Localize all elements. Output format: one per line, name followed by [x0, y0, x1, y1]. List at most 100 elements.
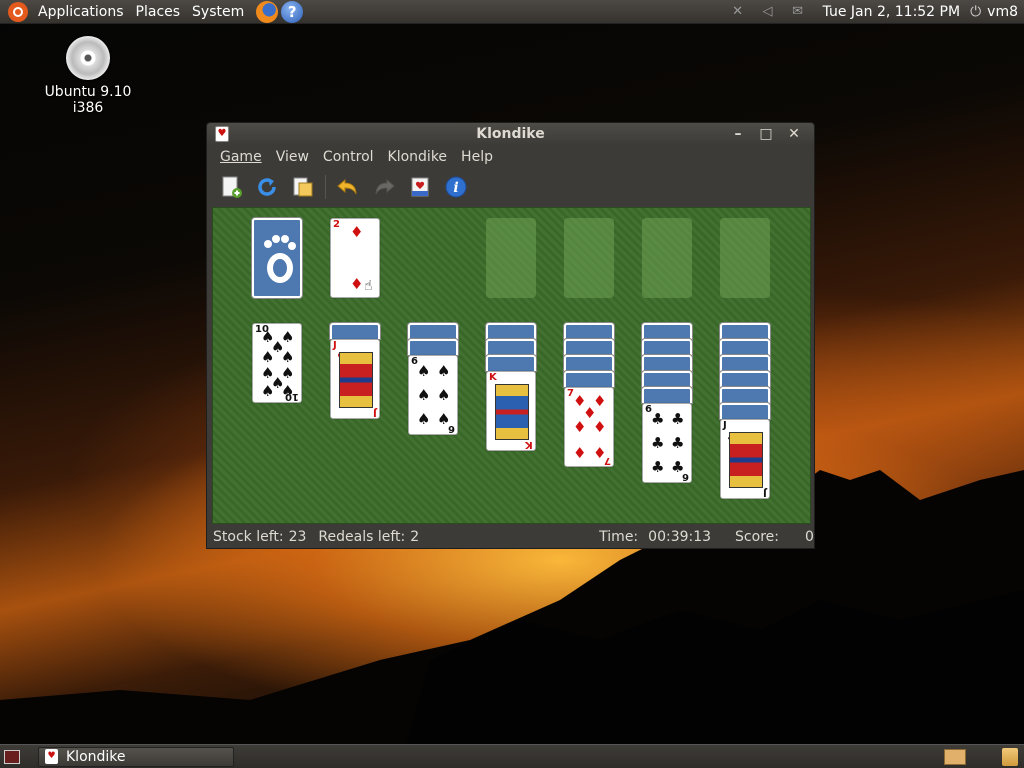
card-suit: ♠ [261, 382, 275, 400]
face-down-card[interactable] [720, 403, 770, 419]
undo-icon[interactable] [334, 173, 362, 201]
tableau-card[interactable]: 7 ♦ ♦ ♦ ♦ ♦ ♦ ♦ 7 [564, 387, 614, 467]
desktop-cd-icon[interactable]: Ubuntu 9.10 i386 [28, 36, 148, 116]
card-rank: 2 [333, 219, 340, 230]
card-suit: ♦ [350, 275, 364, 293]
jack-face-image [339, 352, 373, 408]
klondike-window: ♥ Klondike – □ ✕ Game View Control Klond… [206, 122, 815, 549]
info-icon[interactable]: i [442, 173, 470, 201]
tableau-card[interactable]: J ♣ J [720, 419, 770, 499]
face-down-card[interactable] [642, 371, 692, 387]
card-rank: J [373, 407, 377, 418]
face-down-card[interactable] [720, 387, 770, 403]
network-icon[interactable]: ✕ [729, 5, 747, 19]
user-menu[interactable]: ⏻ vm8 [970, 4, 1024, 20]
face-down-card[interactable] [720, 371, 770, 387]
card-suit: ♦ [573, 444, 587, 462]
face-down-card[interactable] [564, 355, 614, 371]
show-desktop-icon[interactable] [4, 749, 20, 764]
volume-icon[interactable]: ◁ [759, 5, 777, 19]
ubuntu-logo-icon[interactable] [8, 1, 28, 22]
game-board[interactable]: 2 ♦ ♦ ☝ 10 ♠ ♠ ♠ ♠ ♠ ♠ ♠ ♠ ♠ ♠ 10 J J 6 … [212, 207, 811, 524]
card-suit: ♣ [651, 410, 665, 428]
foundation-slot[interactable] [486, 218, 536, 298]
card-suit: ♣ [671, 410, 685, 428]
stock-left-value: 23 [288, 528, 307, 545]
maximize-button[interactable]: □ [752, 125, 780, 143]
menu-view[interactable]: View [270, 149, 315, 165]
top-panel: Applications Places System ? ✕ ◁ ✉ Tue J… [0, 0, 1024, 24]
tableau-card[interactable]: 6 ♠ ♠ ♠ ♠ ♠ ♠ 6 [408, 355, 458, 435]
tableau-card[interactable]: J ♥ J [330, 339, 380, 419]
places-menu[interactable]: Places [130, 4, 187, 20]
face-down-card[interactable] [564, 323, 614, 339]
face-down-card[interactable] [486, 323, 536, 339]
deal-icon[interactable] [406, 173, 434, 201]
face-down-card[interactable] [720, 323, 770, 339]
redo-icon[interactable] [370, 173, 398, 201]
taskbar-klondike[interactable]: ♥ Klondike [38, 746, 234, 767]
tableau-card[interactable]: 6 ♣ ♣ ♣ ♣ ♣ ♣ 6 [642, 403, 692, 483]
foundation-slot[interactable] [642, 218, 692, 298]
foundation-slot[interactable] [720, 218, 770, 298]
waste-card[interactable]: 2 ♦ ♦ ☝ [330, 218, 380, 298]
face-down-card[interactable] [486, 339, 536, 355]
gnome-foot-icon [264, 235, 296, 283]
menu-control[interactable]: Control [317, 149, 380, 165]
face-down-card[interactable] [330, 323, 380, 339]
stock-left-label: Stock left: [213, 528, 284, 545]
face-down-card[interactable] [564, 371, 614, 387]
username: vm8 [987, 4, 1018, 20]
title-bar[interactable]: ♥ Klondike – □ ✕ [207, 123, 814, 145]
close-button[interactable]: ✕ [780, 125, 808, 143]
card-suit: ♣ [651, 434, 665, 452]
face-down-card[interactable] [486, 355, 536, 371]
card-suit: ♠ [261, 348, 275, 366]
foundation-slot[interactable] [564, 218, 614, 298]
hand-cursor-icon: ☝ [364, 278, 373, 294]
stock-pile[interactable] [252, 218, 302, 298]
klondike-task-icon: ♥ [45, 749, 58, 764]
card-rank: 6 [448, 423, 455, 434]
tableau-card[interactable]: 10 ♠ ♠ ♠ ♠ ♠ ♠ ♠ ♠ ♠ ♠ 10 [252, 323, 302, 403]
restart-icon[interactable] [253, 173, 281, 201]
trash-icon[interactable] [1002, 747, 1018, 766]
face-down-card[interactable] [720, 339, 770, 355]
mail-icon[interactable]: ✉ [789, 5, 807, 19]
face-down-card[interactable] [642, 339, 692, 355]
taskbar-label: Klondike [66, 748, 126, 765]
face-down-card[interactable] [642, 323, 692, 339]
face-down-card[interactable] [642, 355, 692, 371]
menu-game[interactable]: Game [214, 149, 268, 165]
jack-face-image [729, 432, 763, 488]
face-down-card[interactable] [642, 387, 692, 403]
firefox-icon[interactable] [256, 0, 279, 23]
card-suit: ♠ [281, 348, 295, 366]
new-game-icon[interactable] [217, 173, 245, 201]
svg-text:i: i [453, 180, 458, 196]
applications-menu[interactable]: Applications [32, 4, 130, 20]
face-down-card[interactable] [564, 339, 614, 355]
card-suit: ♣ [651, 458, 665, 476]
toolbar-separator [325, 175, 326, 199]
face-down-card[interactable] [408, 323, 458, 339]
menu-klondike[interactable]: Klondike [382, 149, 454, 165]
face-down-card[interactable] [408, 339, 458, 355]
cd-icon [66, 36, 110, 80]
hint-icon[interactable] [289, 173, 317, 201]
workspace-switcher[interactable] [944, 748, 966, 765]
card-suit: ♠ [437, 362, 451, 380]
clock[interactable]: Tue Jan 2, 11:52 PM [813, 4, 971, 20]
bottom-panel: ♥ Klondike [0, 744, 1024, 768]
face-down-card[interactable] [720, 355, 770, 371]
tableau-card[interactable]: K ♦ K [486, 371, 536, 451]
system-menu[interactable]: System [186, 4, 250, 20]
card-suit: ♦ [573, 418, 587, 436]
help-icon[interactable]: ? [281, 0, 304, 23]
redeals-left-label: Redeals left: [318, 528, 406, 545]
minimize-button[interactable]: – [724, 125, 752, 143]
card-rank: J [763, 487, 767, 498]
card-rank: K [525, 439, 533, 450]
menu-help[interactable]: Help [455, 149, 499, 165]
redeals-left-value: 2 [410, 528, 420, 545]
